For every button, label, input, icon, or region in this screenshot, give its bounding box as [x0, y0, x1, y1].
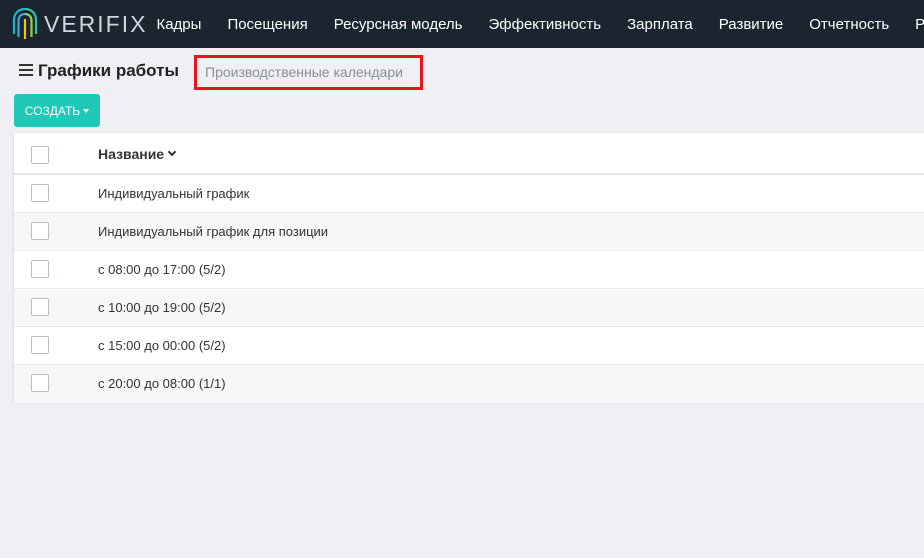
- logo[interactable]: VERIFIX: [12, 6, 147, 42]
- nav-item-reports[interactable]: Отчетность: [809, 16, 889, 33]
- schedule-name[interactable]: с 08:00 до 17:00 (5/2): [98, 262, 226, 277]
- page-title: Графики работы: [38, 61, 179, 80]
- table-row[interactable]: с 15:00 до 00:00 (5/2): [14, 327, 924, 365]
- schedule-name[interactable]: Индивидуальный график: [98, 186, 249, 201]
- hamburger-icon[interactable]: [19, 64, 33, 76]
- schedule-name[interactable]: Индивидуальный график для позиции: [98, 224, 328, 239]
- row-checkbox[interactable]: [31, 336, 49, 354]
- nav-item-salary[interactable]: Зарплата: [627, 16, 693, 33]
- page-header: Графики работы Производственные календар…: [0, 48, 924, 94]
- table-row[interactable]: с 08:00 до 17:00 (5/2): [14, 251, 924, 289]
- nav-item-development[interactable]: Развитие: [719, 16, 784, 33]
- schedule-name[interactable]: с 15:00 до 00:00 (5/2): [98, 338, 226, 353]
- schedules-table: Название Индивидуальный график Индивидуа…: [14, 133, 924, 403]
- production-calendars-tab[interactable]: Производственные календари: [194, 55, 423, 90]
- main-nav: Кадры Посещения Ресурсная модель Эффекти…: [156, 16, 924, 33]
- table-header: Название: [14, 133, 924, 175]
- chevron-down-icon: [167, 147, 177, 157]
- row-checkbox[interactable]: [31, 374, 49, 392]
- column-header-name[interactable]: Название: [98, 146, 177, 162]
- row-checkbox[interactable]: [31, 184, 49, 202]
- production-calendars-label: Производственные календари: [205, 64, 403, 80]
- table-row[interactable]: с 20:00 до 08:00 (1/1): [14, 365, 924, 403]
- logo-text: VERIFIX: [44, 10, 148, 37]
- nav-item-resource-model[interactable]: Ресурсная модель: [334, 16, 463, 33]
- nav-item-attendance[interactable]: Посещения: [227, 16, 307, 33]
- column-header-label: Название: [98, 146, 165, 162]
- table-row[interactable]: с 10:00 до 19:00 (5/2): [14, 289, 924, 327]
- nav-item-efficiency[interactable]: Эффективность: [489, 16, 602, 33]
- row-checkbox[interactable]: [31, 298, 49, 316]
- table-row[interactable]: Индивидуальный график для позиции: [14, 213, 924, 251]
- top-navbar: VERIFIX Кадры Посещения Ресурсная модель…: [0, 0, 924, 48]
- create-button[interactable]: СОЗДАТЬ: [14, 94, 100, 127]
- caret-down-icon: [83, 108, 90, 113]
- row-checkbox[interactable]: [31, 222, 49, 240]
- table-row[interactable]: Индивидуальный график: [14, 175, 924, 213]
- nav-item-kadry[interactable]: Кадры: [156, 16, 201, 33]
- schedule-name[interactable]: с 20:00 до 08:00 (1/1): [98, 376, 226, 391]
- schedule-name[interactable]: с 10:00 до 19:00 (5/2): [98, 300, 226, 315]
- create-button-label: СОЗДАТЬ: [24, 103, 81, 118]
- select-all-checkbox[interactable]: [31, 146, 49, 164]
- nav-item-truncated[interactable]: Р: [915, 16, 924, 33]
- fingerprint-icon: [12, 7, 38, 39]
- row-checkbox[interactable]: [31, 260, 49, 278]
